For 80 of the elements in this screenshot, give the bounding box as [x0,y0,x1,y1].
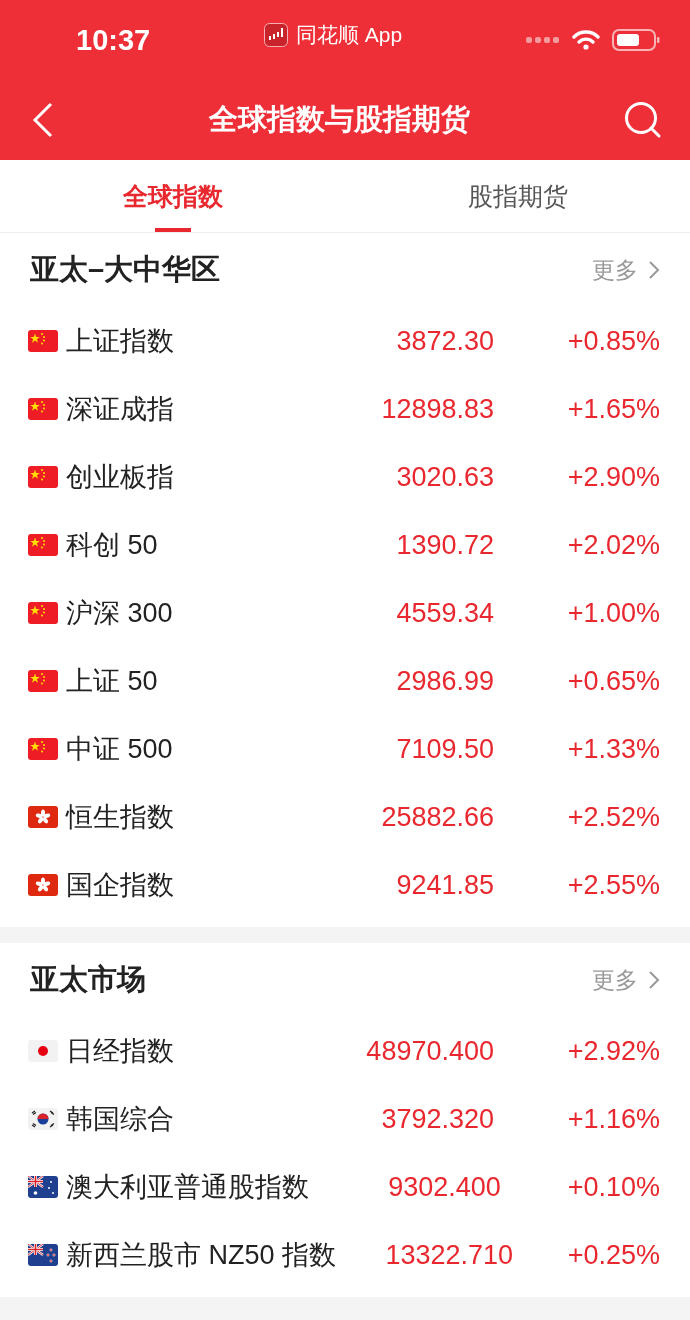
chevron-icon [648,260,660,280]
flag-icon [28,1040,58,1062]
index-row[interactable]: 中证 500 7109.50 +1.33% [0,715,690,783]
wifi-icon [572,30,600,50]
battery-icon [612,29,660,51]
flag-icon [28,738,58,760]
index-name: 科创 50 [66,529,159,562]
index-row[interactable]: 科创 50 1390.72 +2.02% [0,511,690,579]
index-change: +1.16% [566,1103,660,1135]
section-title: 亚太–大中华区 [30,252,221,287]
index-name: 新西兰股市 NZ50 指数 [66,1239,337,1272]
index-row[interactable]: 日经指数 48970.400 +2.92% [0,1017,690,1085]
index-change: +0.10% [566,1171,660,1203]
index-value: 48970.400 [365,1035,494,1067]
flag-icon [28,1244,58,1266]
tab[interactable]: 股指期货 [345,160,690,232]
index-change: +0.65% [566,665,660,697]
flag-icon [28,466,58,488]
index-value: 3872.30 [395,325,494,357]
status-time: 10:37 [76,23,152,57]
index-row[interactable]: 沪深 300 4559.34 +1.00% [0,579,690,647]
index-name: 日经指数 [66,1035,175,1068]
index-value: 2986.99 [395,665,494,697]
flag-icon [28,602,58,624]
index-value: 4559.34 [395,597,494,629]
index-name: 上证 50 [66,665,159,698]
index-value: 3792.320 [380,1103,494,1135]
index-change: +2.55% [566,869,660,901]
index-value: 9241.85 [395,869,494,901]
section-title: 亚太市场 [30,962,146,997]
index-name: 沪深 300 [66,597,174,630]
index-value: 9302.400 [387,1171,501,1203]
flag-icon [28,874,58,896]
flag-icon [28,1108,58,1130]
app-name: 同花顺 App [296,22,403,48]
index-value: 25882.66 [380,801,494,833]
index-value: 12898.83 [380,393,494,425]
index-name: 中证 500 [66,733,174,766]
flag-icon [28,330,58,352]
index-row[interactable]: 国企指数 9241.85 +2.55% [0,851,690,919]
index-row[interactable]: 深证成指 12898.83 +1.65% [0,375,690,443]
index-name: 上证指数 [66,325,175,358]
index-name: 创业板指 [66,461,175,494]
index-change: +2.92% [566,1035,660,1067]
index-row[interactable]: 创业板指 3020.63 +2.90% [0,443,690,511]
back-icon[interactable] [32,102,54,138]
flag-icon [28,1176,58,1198]
index-row[interactable]: 新西兰股市 NZ50 指数 13322.710 +0.25% [0,1221,690,1289]
tab[interactable]: 全球指数 [0,160,345,232]
index-name: 韩国综合 [66,1103,175,1136]
index-row[interactable]: 韩国综合 3792.320 +1.16% [0,1085,690,1153]
index-name: 恒生指数 [66,801,175,834]
index-change: +2.02% [566,529,660,561]
page-title: 全球指数与股指期货 [207,102,471,137]
index-change: +2.90% [566,461,660,493]
flag-icon [28,670,58,692]
index-change: +1.65% [566,393,660,425]
index-change: +0.25% [566,1239,660,1271]
app-logo-icon [264,23,288,47]
index-change: +2.52% [566,801,660,833]
index-change: +0.85% [566,325,660,357]
index-name: 国企指数 [66,869,175,902]
index-change: +1.00% [566,597,660,629]
flag-icon [28,806,58,828]
index-value: 7109.50 [395,733,494,765]
index-row[interactable]: 上证指数 3872.30 +0.85% [0,307,690,375]
index-value: 3020.63 [395,461,494,493]
index-row[interactable]: 恒生指数 25882.66 +2.52% [0,783,690,851]
flag-icon [28,398,58,420]
index-name: 深证成指 [66,393,175,426]
search-icon[interactable] [624,101,662,139]
index-value: 13322.710 [384,1239,514,1271]
index-value: 1390.72 [395,529,494,561]
chevron-icon [648,970,660,990]
index-row[interactable]: 上证 50 2986.99 +0.65% [0,647,690,715]
index-name: 澳大利亚普通股指数 [66,1171,309,1204]
index-change: +1.33% [566,733,660,765]
flag-icon [28,534,58,556]
index-row[interactable]: 澳大利亚普通股指数 9302.400 +0.10% [0,1153,690,1221]
signal-icon [526,35,560,45]
